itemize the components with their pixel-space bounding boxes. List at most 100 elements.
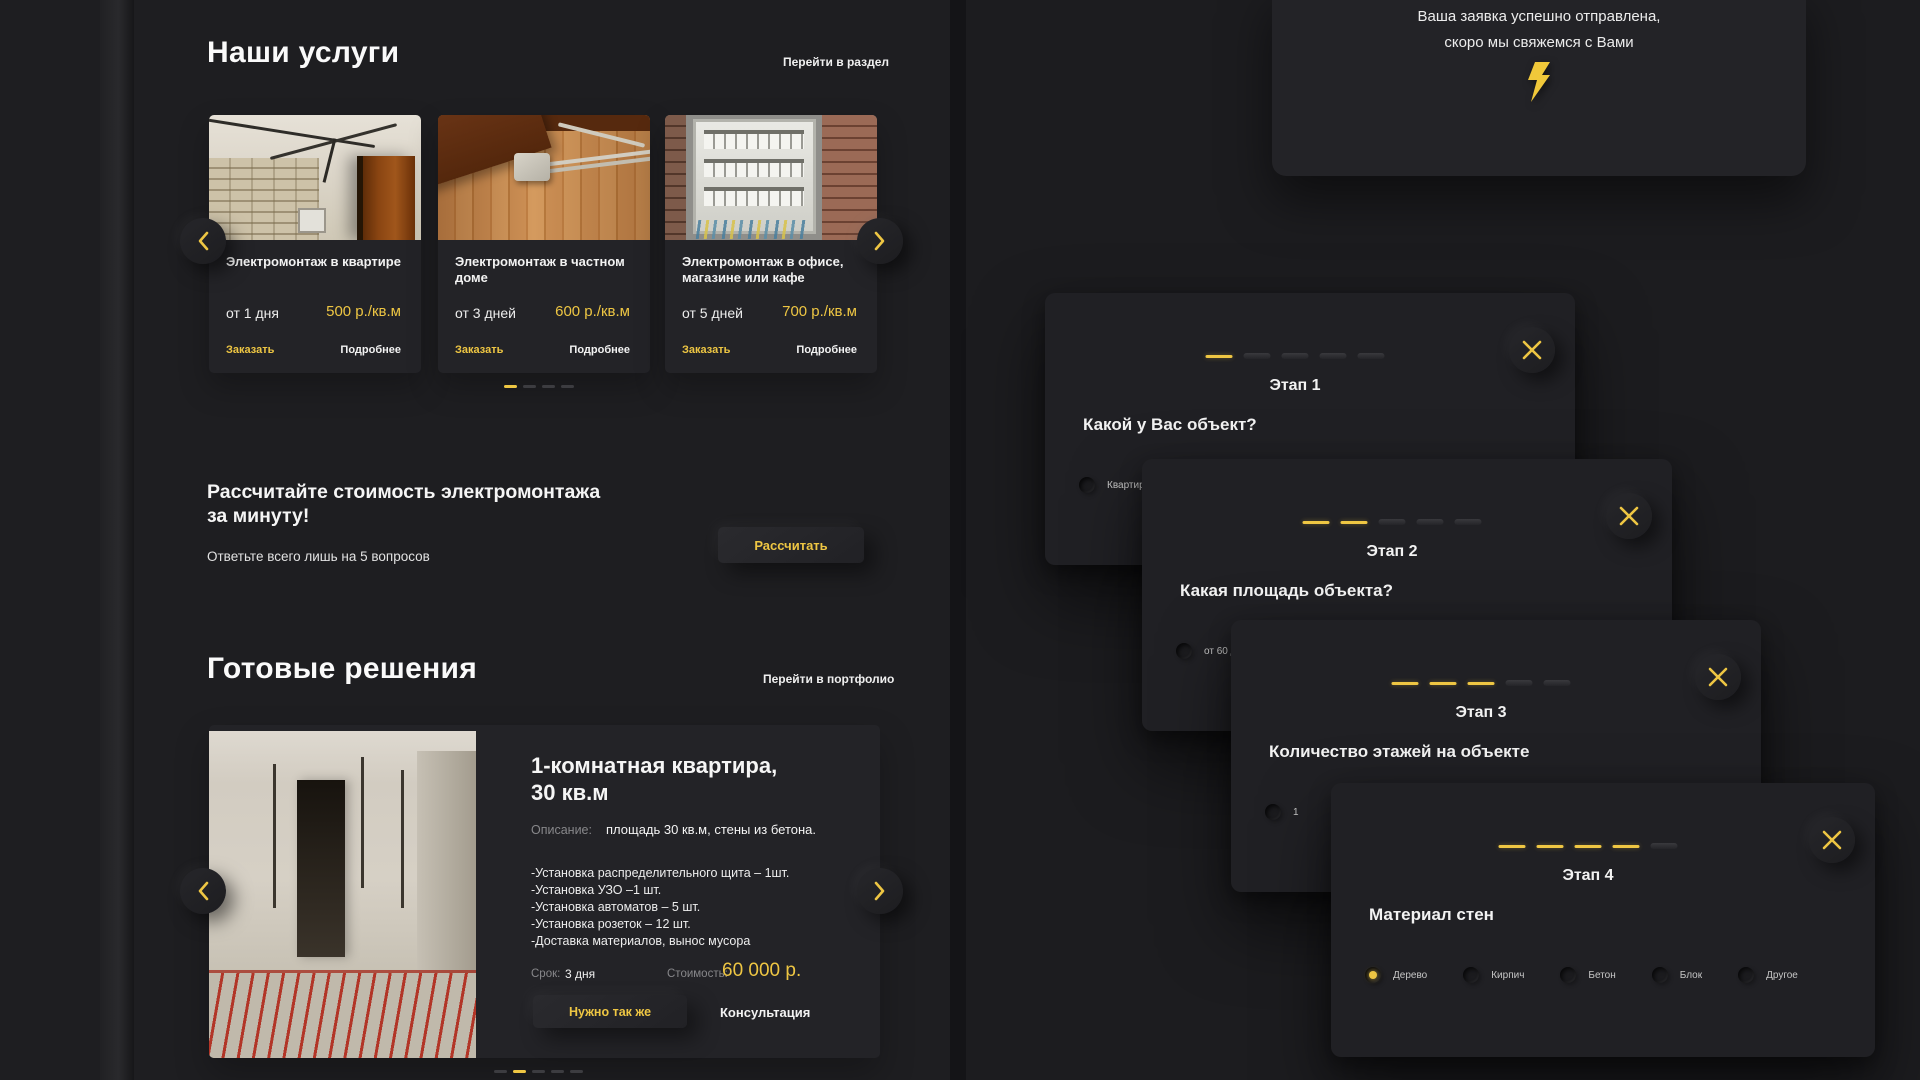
radio-icon[interactable]	[1560, 967, 1576, 983]
need-same-button[interactable]: Нужно так же	[533, 995, 687, 1028]
portfolio-prev-button[interactable]	[180, 868, 226, 914]
portfolio-carousel-dots[interactable]	[494, 1070, 583, 1073]
stage-title: Этап 1	[1030, 377, 1560, 395]
carousel-dot[interactable]	[551, 1070, 564, 1073]
details-link[interactable]: Подробнее	[796, 344, 857, 356]
cost-label: Стоимость:	[667, 968, 728, 980]
service-photo-electrical-panel	[665, 115, 877, 240]
service-card: Электромонтаж в офисе, магазине или кафе…	[665, 115, 877, 373]
details-link[interactable]: Подробнее	[569, 344, 630, 356]
details-link[interactable]: Подробнее	[340, 344, 401, 356]
stage-question: Количество этажей на объекте	[1269, 742, 1529, 762]
stage-options: 1	[1265, 804, 1299, 820]
radio-option[interactable]: 1	[1265, 804, 1299, 820]
chevron-right-icon	[874, 231, 886, 251]
progress-dashes	[1303, 519, 1482, 525]
chevron-right-icon	[874, 881, 886, 901]
carousel-dot[interactable]	[494, 1070, 507, 1073]
service-duration: от 3 дней	[455, 305, 516, 321]
cost-value: 60 000 р.	[722, 960, 801, 982]
stage-title: Этап 2	[1127, 543, 1657, 561]
radio-icon[interactable]	[1652, 967, 1668, 983]
services-next-button[interactable]	[857, 218, 903, 264]
service-price: 600 р./кв.м	[555, 303, 630, 320]
work-item: -Установка УЗО –1 шт.	[531, 882, 789, 899]
calculator-title-line2: за минуту!	[207, 504, 687, 528]
radio-label: Дерево	[1393, 970, 1427, 981]
carousel-dot[interactable]	[542, 385, 555, 388]
carousel-dot[interactable]	[532, 1070, 545, 1073]
radio-label: Другое	[1766, 970, 1798, 981]
service-title: Электромонтаж в офисе, магазине или кафе	[682, 254, 862, 286]
close-button[interactable]	[1606, 493, 1652, 539]
panel-edge-glow	[100, 0, 134, 1080]
stage-options: Квартира	[1079, 477, 1150, 493]
radio-icon[interactable]	[1079, 477, 1095, 493]
success-toast: Ваша заявка успешно отправлена, скоро мы…	[1272, 0, 1806, 176]
portfolio-description-row: Описание:площадь 30 кв.м, стены из бетон…	[531, 822, 816, 837]
radio-icon[interactable]	[1738, 967, 1754, 983]
chevron-left-icon	[197, 231, 209, 251]
toast-line1: Ваша заявка успешно отправлена,	[1272, 8, 1806, 25]
carousel-dot[interactable]	[504, 385, 517, 388]
service-duration: от 5 дней	[682, 305, 743, 321]
close-button[interactable]	[1809, 817, 1855, 863]
portfolio-section-link[interactable]: Перейти в портфолио	[763, 672, 894, 686]
stage-title: Этап 4	[1316, 867, 1860, 885]
order-button[interactable]: Заказать	[682, 344, 730, 356]
radio-icon[interactable]	[1463, 967, 1479, 983]
radio-icon[interactable]	[1265, 804, 1281, 820]
close-button[interactable]	[1695, 654, 1741, 700]
carousel-dot[interactable]	[513, 1070, 526, 1073]
carousel-dot[interactable]	[523, 385, 536, 388]
term-value: 3 дня	[565, 967, 595, 981]
carousel-dot[interactable]	[570, 1070, 583, 1073]
services-section-link[interactable]: Перейти в раздел	[783, 55, 889, 69]
portfolio-card: 1-комнатная квартира, 30 кв.м Описание:п…	[209, 725, 880, 1058]
term-label: Срок:	[531, 968, 560, 980]
radio-icon[interactable]	[1176, 643, 1192, 659]
work-item: -Установка распределительного щита – 1шт…	[531, 865, 789, 882]
services-section-title: Наши услуги	[207, 36, 399, 70]
radio-option[interactable]: Дерево	[1365, 967, 1427, 983]
description-label: Описание:	[531, 823, 592, 837]
stage-title: Этап 3	[1216, 704, 1746, 722]
radio-label: Блок	[1680, 970, 1702, 981]
stage-question: Какой у Вас объект?	[1083, 415, 1257, 435]
toast-line2: скоро мы свяжемся с Вами	[1272, 34, 1806, 51]
work-item: -Установка розеток – 12 шт.	[531, 916, 789, 933]
service-card: Электромонтаж в частном доме от 3 дней 6…	[438, 115, 650, 373]
radio-option[interactable]: Другое	[1738, 967, 1798, 983]
radio-icon[interactable]	[1365, 967, 1381, 983]
calculate-button[interactable]: Рассчитать	[718, 527, 864, 563]
design-canvas: Наши услуги Перейти в раздел Электромонт…	[0, 0, 1920, 1080]
carousel-dot[interactable]	[561, 385, 574, 388]
radio-option[interactable]: Блок	[1652, 967, 1702, 983]
portfolio-next-button[interactable]	[857, 868, 903, 914]
services-prev-button[interactable]	[180, 218, 226, 264]
chevron-left-icon	[197, 881, 209, 901]
radio-option[interactable]: Кирпич	[1463, 967, 1524, 983]
work-item: -Доставка материалов, вынос мусора	[531, 933, 789, 950]
order-button[interactable]: Заказать	[455, 344, 503, 356]
service-title: Электромонтаж в квартире	[226, 254, 406, 270]
close-icon	[1618, 505, 1640, 527]
progress-dashes	[1206, 353, 1385, 359]
portfolio-item-title: 1-комнатная квартира, 30 кв.м	[531, 752, 777, 806]
service-card: Электромонтаж в квартире от 1 дня 500 р.…	[209, 115, 421, 373]
service-photo-apartment	[209, 115, 421, 240]
service-photo-wooden-house	[438, 115, 650, 240]
portfolio-photo-room	[209, 731, 476, 1058]
radio-option[interactable]: Квартира	[1079, 477, 1150, 493]
wizard-modal-step4: Этап 4 Материал стен Дерево Кирпич Бетон…	[1331, 783, 1875, 1057]
radio-label: Бетон	[1588, 970, 1615, 981]
panel-gap	[950, 0, 966, 1080]
close-button[interactable]	[1509, 327, 1555, 373]
calculator-title-line1: Рассчитайте стоимость электромонтажа	[207, 480, 687, 504]
consultation-link[interactable]: Консультация	[720, 1005, 810, 1020]
radio-label: 1	[1293, 807, 1299, 818]
radio-option[interactable]: Бетон	[1560, 967, 1615, 983]
portfolio-work-list: -Установка распределительного щита – 1шт…	[531, 865, 789, 950]
order-button[interactable]: Заказать	[226, 344, 274, 356]
services-carousel-dots[interactable]	[504, 385, 574, 388]
